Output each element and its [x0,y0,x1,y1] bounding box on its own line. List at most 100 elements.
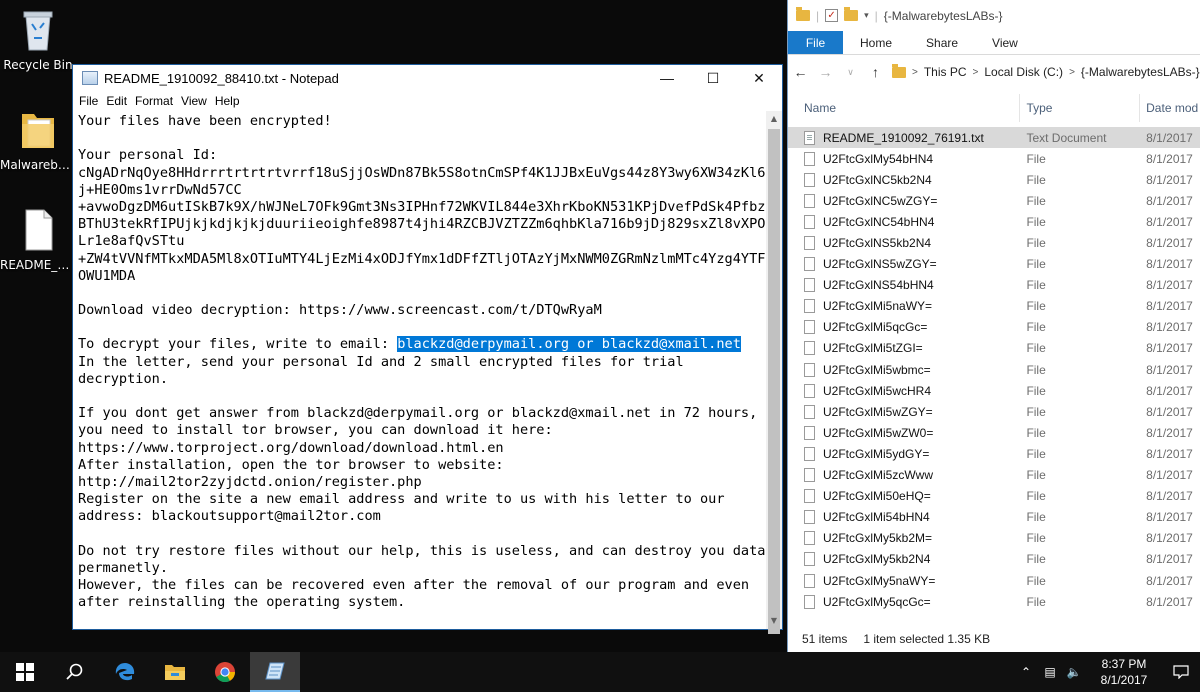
desktop-icon-label: Recycle Bin [3,58,73,72]
file-explorer-window: | ✓ ▾ | {-MalwarebytesLABs-} File Home S… [787,0,1200,652]
file-row[interactable]: U2FtcGxlMi5qcGc= File 8/1/2017 [788,317,1200,338]
file-row[interactable]: U2FtcGxlMy5kb2M= File 8/1/2017 [788,528,1200,549]
text-line [78,526,761,543]
file-row[interactable]: U2FtcGxlMy5kb2N4 File 8/1/2017 [788,549,1200,570]
column-type[interactable]: Type [1020,94,1141,122]
minimize-button[interactable]: — [644,65,690,91]
close-button[interactable]: ✕ [736,65,782,91]
start-button[interactable] [0,652,50,692]
menu-file[interactable]: File [75,94,102,108]
file-row[interactable]: U2FtcGxlMy5naWY= File 8/1/2017 [788,570,1200,591]
text-line [78,130,761,147]
file-name: U2FtcGxlMi5qcGc= [823,320,928,335]
action-center-button[interactable] [1162,665,1200,679]
file-row[interactable]: U2FtcGxlNC5kb2N4 File 8/1/2017 [788,169,1200,190]
file-icon [804,320,815,335]
file-row[interactable]: U2FtcGxlMi5wcHR4 File 8/1/2017 [788,380,1200,401]
file-name: U2FtcGxlNC5kb2N4 [823,172,932,187]
breadcrumb-local-disk[interactable]: Local Disk (C:) [984,65,1063,79]
scroll-up-icon[interactable]: ▲ [766,111,782,127]
file-row[interactable]: U2FtcGxlMi5ydGY= File 8/1/2017 [788,443,1200,464]
file-row[interactable]: U2FtcGxlNS5kb2N4 File 8/1/2017 [788,232,1200,253]
column-date-modified[interactable]: Date mod [1140,94,1200,122]
clock[interactable]: 8:37 PM 8/1/2017 [1086,656,1162,688]
menu-edit[interactable]: Edit [102,94,131,108]
file-type: File [1026,299,1046,314]
notepad-icon [82,71,98,85]
ribbon-tab-share[interactable]: Share [909,31,975,54]
taskbar-file-explorer[interactable] [150,652,200,692]
customize-toolbar-icon[interactable]: ▾ [864,10,869,21]
column-name[interactable]: Name [788,94,1021,122]
ribbon-tab-view[interactable]: View [975,31,1035,54]
network-icon[interactable]: ▤ [1038,665,1062,679]
show-hidden-icons-icon[interactable]: ⌃ [1014,665,1038,679]
vertical-scrollbar[interactable]: ▲ ▼ [766,111,782,634]
ribbon-file-tab[interactable]: File [788,31,843,54]
file-row[interactable]: U2FtcGxlNS54bHN4 File 8/1/2017 [788,275,1200,296]
scroll-thumb[interactable] [768,129,780,634]
file-name: U2FtcGxlMi5naWY= [823,299,933,314]
chrome-icon [215,662,236,683]
properties-icon[interactable]: ✓ [825,9,839,22]
breadcrumb-current-folder[interactable]: {-MalwarebytesLABs-} [1081,65,1200,79]
text-line: address: blackoutsupport@mail2tor.com [78,508,381,525]
desktop-icon-recycle-bin[interactable]: Recycle Bin [0,6,76,72]
file-row[interactable]: U2FtcGxlMi5zcWww File 8/1/2017 [788,465,1200,486]
breadcrumb[interactable]: > This PC > Local Disk (C:) > {-Malwareb… [892,63,1200,79]
notepad-title-bar[interactable]: README_1910092_88410.txt - Notepad — ☐ ✕ [73,65,782,91]
file-date: 8/1/2017 [1146,468,1193,483]
menu-format[interactable]: Format [131,94,177,108]
notepad-text-area[interactable]: Your files have been encrypted! Your pers… [73,111,766,629]
file-icon [804,151,815,166]
file-row[interactable]: U2FtcGxlMy5qcGc= File 8/1/2017 [788,591,1200,611]
file-name: U2FtcGxlMi5zcWww [823,468,933,483]
maximize-button[interactable]: ☐ [690,65,736,91]
file-row[interactable]: README_1910092_76191.txt Text Document 8/1… [788,127,1200,149]
desktop-icon-readme[interactable]: README_1... [0,206,76,272]
scroll-down-icon[interactable]: ▼ [766,613,782,629]
breadcrumb-this-pc[interactable]: This PC [924,65,967,79]
file-date: 8/1/2017 [1146,172,1193,187]
forward-arrow-icon[interactable]: → [813,64,838,80]
file-row[interactable]: U2FtcGxlMi5wbmc= File 8/1/2017 [788,359,1200,380]
ribbon-tab-home[interactable]: Home [843,31,909,54]
taskbar-notepad[interactable] [250,652,300,692]
file-type: File [1026,172,1046,187]
volume-icon[interactable]: 🔈 [1062,665,1086,679]
file-date: 8/1/2017 [1146,404,1193,419]
file-type: File [1026,446,1046,461]
file-date: 8/1/2017 [1146,573,1193,588]
taskbar-chrome[interactable] [200,652,250,692]
up-arrow-icon[interactable]: ↑ [863,64,888,80]
file-row[interactable]: U2FtcGxlMi5naWY= File 8/1/2017 [788,296,1200,317]
file-row[interactable]: U2FtcGxlMi5wZW0= File 8/1/2017 [788,422,1200,443]
text-line: Register on the site a new email address… [78,491,725,508]
file-row[interactable]: U2FtcGxlNS5wZGY= File 8/1/2017 [788,254,1200,275]
desktop-icon-malwarebytes-folder[interactable]: Malwarebyt... [0,106,76,172]
file-row[interactable]: U2FtcGxlMi50eHQ= File 8/1/2017 [788,486,1200,507]
recent-locations-icon[interactable]: ∨ [838,67,863,78]
file-icon [804,278,815,293]
back-arrow-icon[interactable]: ← [788,64,813,80]
selected-email-text[interactable]: blackzd@derpymail.org or blackzd@xmail.n… [397,336,741,353]
new-folder-icon[interactable] [844,7,859,21]
file-row[interactable]: U2FtcGxlNC54bHN4 File 8/1/2017 [788,211,1200,232]
edge-icon [115,663,135,681]
text-document-icon [804,130,815,145]
file-row[interactable]: U2FtcGxlMi5wZGY= File 8/1/2017 [788,401,1200,422]
menu-view[interactable]: View [177,94,211,108]
file-row[interactable]: U2FtcGxlMi5tZGI= File 8/1/2017 [788,338,1200,359]
file-row[interactable]: U2FtcGxlMi54bHN4 File 8/1/2017 [788,507,1200,528]
file-row[interactable]: U2FtcGxlNC5wZGY= File 8/1/2017 [788,190,1200,211]
taskbar-edge[interactable] [100,652,150,692]
file-row[interactable]: U2FtcGxlMy54bHN4 File 8/1/2017 [788,148,1200,169]
file-date: 8/1/2017 [1146,489,1193,504]
search-button[interactable] [50,652,100,692]
text-line: http://mail2tor2zyjdctd.onion/register.p… [78,473,422,490]
file-icon [804,531,815,546]
explorer-window-title: {-MalwarebytesLABs-} [883,8,1003,23]
menu-help[interactable]: Help [211,94,244,108]
explorer-title-bar[interactable]: | ✓ ▾ | {-MalwarebytesLABs-} [788,0,1200,31]
file-date: 8/1/2017 [1146,299,1193,314]
